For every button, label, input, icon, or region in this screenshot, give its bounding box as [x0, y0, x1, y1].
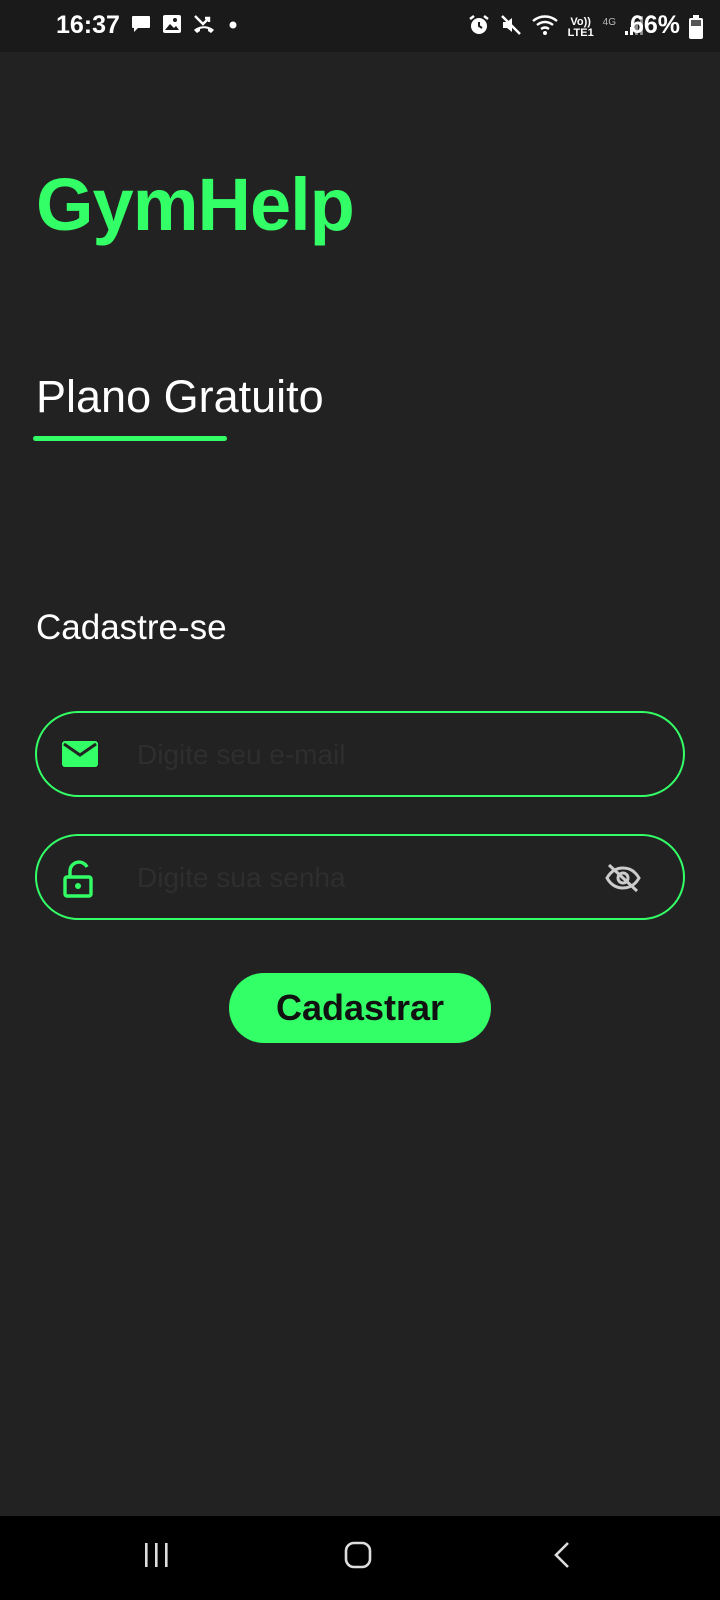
alarm-icon: [467, 13, 491, 42]
register-button[interactable]: Cadastrar: [229, 973, 491, 1043]
back-icon[interactable]: [548, 1540, 578, 1575]
password-field[interactable]: [35, 834, 685, 920]
wifi-icon: [531, 13, 559, 42]
home-icon[interactable]: [343, 1540, 373, 1575]
section-title: Cadastre-se: [36, 608, 227, 647]
dot-icon: [225, 13, 241, 40]
lock-icon: [61, 860, 97, 903]
navigation-bar: [0, 1516, 720, 1600]
image-icon: [161, 13, 183, 40]
battery-icon: [688, 14, 704, 45]
mute-icon: [499, 13, 523, 42]
password-input[interactable]: [137, 856, 577, 900]
tab-plano-gratuito[interactable]: Plano Gratuito: [36, 371, 324, 423]
email-field[interactable]: [35, 711, 685, 797]
lte-icon: Vo)) LTE1: [567, 15, 594, 39]
status-right-icons: Vo)) LTE1 4G: [467, 13, 646, 42]
signup-screen: 16:37 Vo)) LTE1 4G 66% GymHelp Plano Gra…: [0, 0, 720, 1600]
eye-off-icon[interactable]: [605, 862, 641, 899]
status-bar: 16:37 Vo)) LTE1 4G 66%: [0, 0, 720, 52]
battery-percent: 66%: [629, 11, 680, 39]
app-title: GymHelp: [36, 163, 355, 246]
missed-call-icon: [192, 13, 216, 40]
tab-active-indicator: [33, 436, 227, 441]
status-time: 16:37: [56, 11, 120, 39]
email-input[interactable]: [137, 733, 577, 777]
network-4g-label: 4G: [602, 17, 616, 28]
chat-icon: [130, 13, 152, 40]
recents-icon[interactable]: [142, 1540, 172, 1575]
mail-icon: [61, 737, 99, 776]
status-left-icons: [130, 13, 241, 40]
